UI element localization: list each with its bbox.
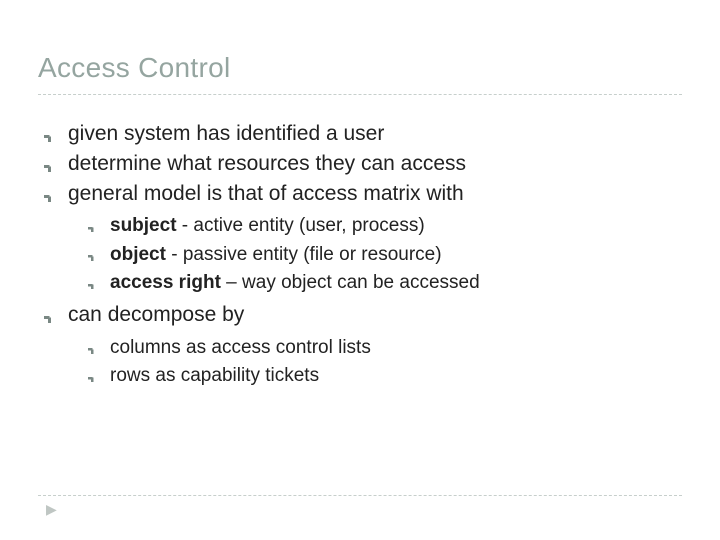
list-item: given system has identified a user bbox=[44, 119, 682, 149]
sub-list-item: access right – way object can be accesse… bbox=[88, 269, 682, 298]
sub-list-item: subject - active entity (user, process) bbox=[88, 212, 682, 241]
item-text: general model is that of access matrix w… bbox=[68, 182, 464, 205]
sub-text: - passive entity (file or resource) bbox=[166, 244, 442, 265]
sub-list-item: rows as capability tickets bbox=[88, 362, 682, 391]
page-title: Access Control bbox=[38, 52, 682, 84]
main-list: given system has identified a user deter… bbox=[38, 119, 682, 391]
item-text: determine what resources they can access bbox=[68, 152, 466, 175]
sub-list: columns as access control lists rows as … bbox=[68, 334, 682, 391]
sub-text: – way object can be accessed bbox=[221, 272, 480, 293]
bold-term: object bbox=[110, 244, 166, 265]
item-text: can decompose by bbox=[68, 303, 244, 326]
bold-term: subject bbox=[110, 215, 177, 236]
footer-arrow-icon: ▶ bbox=[46, 501, 57, 518]
sub-text: columns as access control lists bbox=[110, 337, 371, 358]
bold-term: access right bbox=[110, 272, 221, 293]
list-item: determine what resources they can access bbox=[44, 149, 682, 179]
item-text: given system has identified a user bbox=[68, 122, 384, 145]
sub-text: - active entity (user, process) bbox=[177, 215, 425, 236]
sub-list: subject - active entity (user, process) … bbox=[68, 212, 682, 298]
sub-text: rows as capability tickets bbox=[110, 365, 319, 386]
divider-top bbox=[38, 94, 682, 95]
sub-list-item: columns as access control lists bbox=[88, 334, 682, 363]
list-item: can decompose by columns as access contr… bbox=[44, 300, 682, 391]
list-item: general model is that of access matrix w… bbox=[44, 179, 682, 298]
divider-bottom bbox=[38, 495, 682, 496]
sub-list-item: object - passive entity (file or resourc… bbox=[88, 241, 682, 270]
